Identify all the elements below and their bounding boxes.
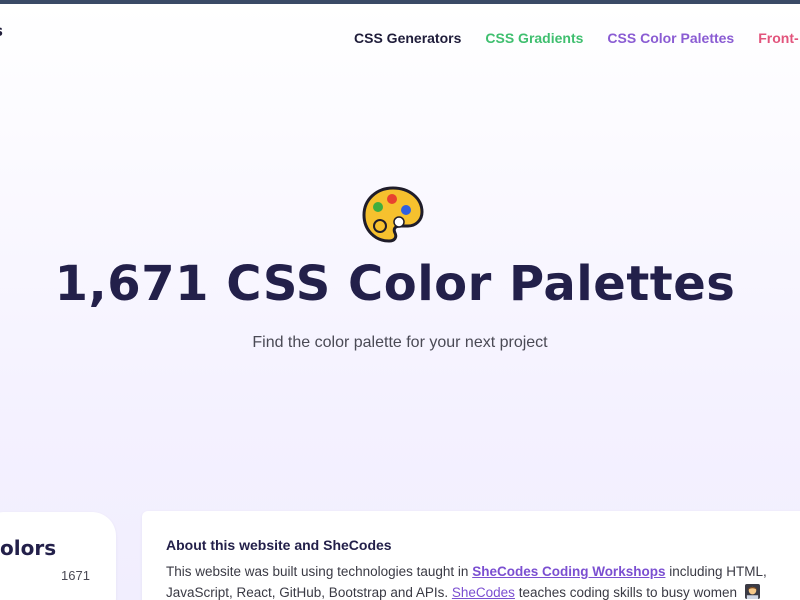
colors-card-heading: olors (0, 536, 57, 560)
woman-technologist-icon (744, 584, 760, 599)
palette-count: 1671 (61, 568, 90, 583)
main-nav: CSS Generators CSS Gradients CSS Color P… (354, 30, 799, 46)
nav-front-end[interactable]: Front- (758, 30, 798, 46)
about-text: This website was built using technologie… (166, 561, 800, 600)
nav-css-color-palettes[interactable]: CSS Color Palettes (607, 30, 734, 46)
nav-css-generators[interactable]: CSS Generators (354, 30, 461, 46)
about-line1-suffix: including HTML, (665, 564, 767, 579)
about-line-1: This website was built using technologie… (166, 561, 800, 582)
about-line2-suffix: teaches coding skills to busy women (514, 585, 738, 600)
about-line-2: JavaScript, React, GitHub, Bootstrap and… (166, 582, 800, 600)
about-card: About this website and SheCodes This web… (142, 511, 800, 600)
shecodes-link[interactable]: SheCodes (452, 585, 515, 600)
artist-palette-icon (362, 186, 424, 243)
about-title: About this website and SheCodes (166, 537, 392, 553)
about-line2-prefix: JavaScript, React, GitHub, Bootstrap and… (166, 585, 452, 600)
nav-css-gradients[interactable]: CSS Gradients (485, 30, 583, 46)
about-line1-prefix: This website was built using technologie… (166, 564, 473, 579)
site-logo[interactable]: s I (0, 24, 3, 54)
colors-filter-card: olors 1671 (0, 512, 116, 600)
page-subtitle: Find the color palette for your next pro… (252, 334, 548, 351)
shecodes-workshops-link[interactable]: SheCodes Coding Workshops (472, 564, 665, 579)
logo-text-line2: I (0, 39, 3, 54)
logo-text-line1: s (0, 24, 3, 39)
page-title: 1,671 CSS Color Palettes (54, 256, 736, 312)
